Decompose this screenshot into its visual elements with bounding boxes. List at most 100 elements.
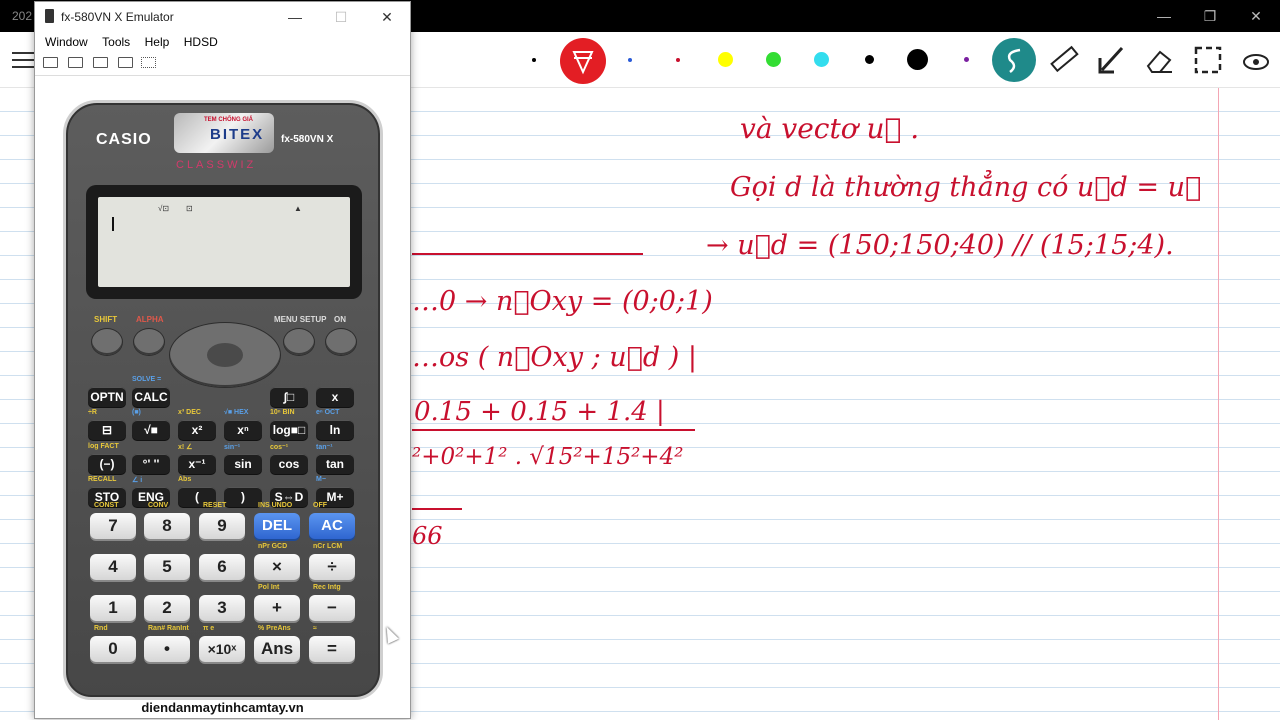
capture-icon[interactable] [118, 57, 133, 68]
pen-icon[interactable] [560, 38, 606, 84]
num-key[interactable]: 2 [144, 595, 190, 621]
calc-key[interactable]: √■ [132, 420, 170, 440]
num-key[interactable]: = [309, 636, 355, 662]
indicator-up-arrow: ▲ [294, 204, 302, 213]
shift-key[interactable] [92, 329, 122, 355]
num-key[interactable]: Ans [254, 636, 300, 662]
screen-icon[interactable] [43, 57, 58, 68]
color-yellow[interactable] [718, 52, 733, 67]
ruler-icon[interactable] [1046, 42, 1082, 78]
restore-icon[interactable]: ❐ [1196, 6, 1224, 26]
note-line-5: …os ( n⃗Oxy ; u⃗d ) | [412, 342, 697, 373]
calculator: CASIO TEM CHỐNG GIẢ BITEX fx-580VN X CLA… [63, 100, 399, 700]
key-secondary-label: tan⁻¹ [316, 444, 333, 451]
num-key[interactable]: − [309, 595, 355, 621]
menu-key[interactable] [284, 329, 314, 355]
emulator-menubar: Window Tools Help HDSD [35, 32, 410, 52]
calc-key[interactable]: xⁿ [224, 420, 262, 440]
num-key[interactable]: AC [309, 513, 355, 539]
menu-window[interactable]: Window [40, 32, 93, 52]
menu-hdsd[interactable]: HDSD [179, 32, 223, 52]
indicator-fix: ⊡ [186, 204, 193, 213]
window-icon[interactable] [68, 57, 83, 68]
color-cyan[interactable] [814, 52, 829, 67]
num-key[interactable]: • [144, 636, 190, 662]
emulator-window: fx-580VN X Emulator — ☐ ✕ Window Tools H… [34, 1, 411, 719]
calc-key[interactable]: °' '' [132, 454, 170, 474]
calc-key[interactable]: sin [224, 454, 262, 474]
display-frame: √⊡ ⊡ ▲ [86, 185, 362, 299]
directional-pad[interactable] [170, 323, 280, 387]
calc-key[interactable]: x⁻¹ [178, 454, 216, 474]
calc-key[interactable]: CALC [132, 387, 170, 407]
num-key-secondary-label: Rec Intg [313, 584, 341, 591]
note-line-2: Gọi d là thường thẳng có u⃗d = u⃗ [730, 169, 1201, 203]
note-line-6: 0.15 + 0.15 + 1.4 | [414, 397, 665, 427]
key-secondary-label: √■ HEX [224, 409, 249, 416]
menu-label: MENU SETUP [274, 315, 327, 324]
num-key[interactable]: 8 [144, 513, 190, 539]
minimize-icon[interactable]: — [1150, 6, 1178, 26]
key-secondary-label: RECALL [88, 476, 117, 483]
num-key[interactable]: 3 [199, 595, 245, 621]
calc-key[interactable]: ∫□ [270, 387, 308, 407]
num-key[interactable]: × [254, 554, 300, 580]
calc-key[interactable]: ln [316, 420, 354, 440]
num-key[interactable]: + [254, 595, 300, 621]
background-title: 202 [12, 9, 33, 23]
note-line-3: → u⃗d = (150;150;40) // (15;15;4). [706, 230, 1174, 261]
num-key[interactable]: 9 [199, 513, 245, 539]
color-purple[interactable] [964, 57, 969, 62]
color-red[interactable] [676, 58, 680, 62]
eraser-icon[interactable] [1142, 42, 1178, 78]
pen-size-small[interactable] [532, 58, 536, 62]
num-key[interactable]: ×10ˣ [199, 636, 245, 662]
num-key[interactable]: 0 [90, 636, 136, 662]
calc-key[interactable]: ) [224, 487, 262, 507]
menu-tools[interactable]: Tools [97, 32, 135, 52]
num-key[interactable]: 4 [90, 554, 136, 580]
emulator-minimize-icon[interactable]: — [281, 7, 309, 27]
num-key[interactable]: 7 [90, 513, 136, 539]
calc-key[interactable]: OPTN [88, 387, 126, 407]
calculator-display: √⊡ ⊡ ▲ [98, 197, 350, 287]
menu-help[interactable]: Help [140, 32, 175, 52]
color-blue[interactable] [628, 58, 632, 62]
key-secondary-label: 10ⁿ BIN [270, 409, 295, 416]
key-secondary-label: cos⁻¹ [270, 444, 289, 451]
color-green[interactable] [766, 52, 781, 67]
grid-icon[interactable] [141, 57, 156, 68]
select-icon[interactable] [1190, 42, 1226, 78]
on-key[interactable] [326, 329, 356, 355]
model-name: fx-580VN X [281, 134, 334, 145]
emulator-body: CASIO TEM CHỐNG GIẢ BITEX fx-580VN X CLA… [35, 78, 410, 718]
num-key[interactable]: DEL [254, 513, 300, 539]
alpha-key[interactable] [134, 329, 164, 355]
close-icon[interactable]: ✕ [1242, 6, 1270, 26]
num-key[interactable]: ÷ [309, 554, 355, 580]
num-key[interactable]: 6 [199, 554, 245, 580]
key-secondary-label: ÷R [88, 409, 97, 416]
color-black-large[interactable] [907, 49, 928, 70]
calc-key[interactable]: log■□ [270, 420, 308, 440]
emulator-toolbar [35, 52, 410, 76]
color-black-small[interactable] [865, 55, 874, 64]
num-key-secondary-label: % PreAns [258, 625, 291, 632]
calc-key[interactable]: (−) [88, 454, 126, 474]
calc-key[interactable]: cos [270, 454, 308, 474]
lasso-icon[interactable] [992, 38, 1036, 82]
calc-key[interactable]: x² [178, 420, 216, 440]
display-cursor [112, 217, 114, 231]
brand-logo: CASIO [96, 131, 152, 148]
arrow-icon[interactable] [1094, 42, 1130, 78]
menu-icon[interactable] [12, 52, 34, 68]
calc-key[interactable]: tan [316, 454, 354, 474]
eye-icon[interactable] [1238, 42, 1274, 78]
num-key[interactable]: 5 [144, 554, 190, 580]
num-key[interactable]: 1 [90, 595, 136, 621]
emulator-close-icon[interactable]: ✕ [373, 7, 401, 27]
calc-key[interactable]: x [316, 387, 354, 407]
calc-key[interactable]: ⊟ [88, 420, 126, 440]
emulator-titlebar[interactable]: fx-580VN X Emulator — ☐ ✕ [35, 2, 410, 32]
export-icon[interactable] [93, 57, 108, 68]
